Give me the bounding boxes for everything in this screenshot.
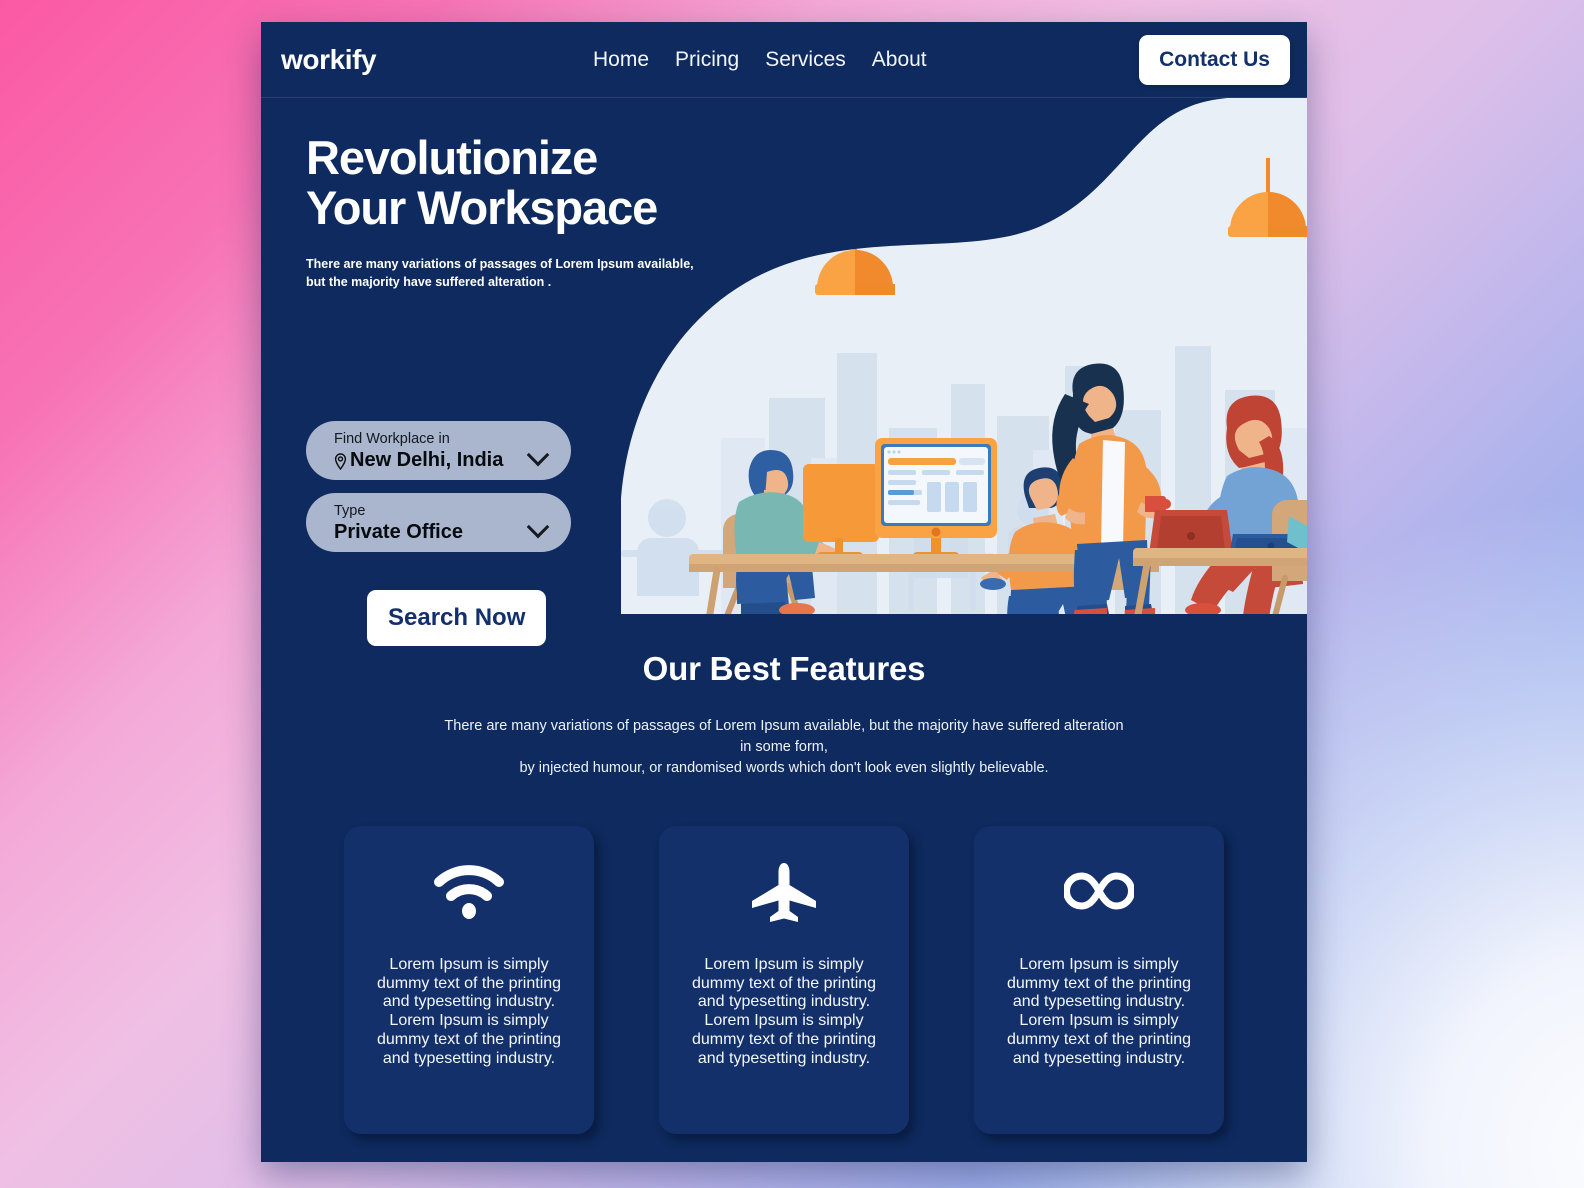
workplace-location-select[interactable]: Find Workplace in New Delhi, India (306, 421, 571, 480)
features-title: Our Best Features (642, 650, 926, 687)
nav-item-pricing[interactable]: Pricing (675, 48, 739, 72)
hero-subtitle: There are many variations of passages of… (306, 256, 694, 289)
nav-item-about[interactable]: About (872, 48, 927, 72)
hero-copy: Revolutionize Your Workspace There are m… (306, 133, 706, 291)
feature-card-text: Lorem Ipsum is simply dummy text of the … (691, 956, 877, 1067)
workplace-location-value: New Delhi, India (350, 449, 504, 472)
wifi-icon (434, 860, 504, 922)
contact-us-button[interactable]: Contact Us (1139, 34, 1290, 85)
feature-card-text: Lorem Ipsum is simply dummy text of the … (376, 956, 562, 1067)
features-section: Our Best Features There are many variati… (261, 614, 1307, 1135)
feature-card-text: Lorem Ipsum is simply dummy text of the … (1006, 956, 1192, 1067)
nav-item-services[interactable]: Services (765, 48, 846, 72)
airplane-icon (749, 860, 819, 923)
feature-card-wifi[interactable]: Lorem Ipsum is simply dummy text of the … (344, 826, 594, 1135)
feature-card-airplane[interactable]: Lorem Ipsum is simply dummy text of the … (659, 826, 909, 1135)
brand-logo[interactable]: workify (281, 44, 377, 76)
workplace-location-value-row: New Delhi, India (334, 448, 523, 473)
chevron-down-icon[interactable] (526, 443, 550, 466)
workplace-type-value: Private Office (334, 521, 463, 544)
workplace-type-label: Type (334, 503, 366, 519)
search-form: Find Workplace in New Delhi, India Type … (306, 421, 571, 565)
workplace-type-select[interactable]: Type Private Office (306, 493, 571, 552)
location-pin-icon (334, 452, 347, 471)
nav-item-home[interactable]: Home (593, 48, 649, 72)
site-header: workify Home Pricing Services About Cont… (261, 22, 1307, 98)
features-subtitle: There are many variations of passages of… (444, 718, 1124, 777)
hero-section: Revolutionize Your Workspace There are m… (261, 98, 1307, 646)
chevron-down-icon[interactable] (526, 515, 550, 538)
coworking-office-illustration (621, 98, 1307, 614)
feature-card-infinity[interactable]: Lorem Ipsum is simply dummy text of the … (974, 826, 1224, 1135)
main-navigation: Home Pricing Services About (593, 48, 927, 72)
infinity-icon (1063, 860, 1135, 922)
landing-page-frame: workify Home Pricing Services About Cont… (261, 22, 1307, 1162)
page-title: Revolutionize Your Workspace (306, 131, 658, 234)
feature-card-list: Lorem Ipsum is simply dummy text of the … (261, 826, 1307, 1135)
workplace-location-label: Find Workplace in (334, 431, 450, 447)
